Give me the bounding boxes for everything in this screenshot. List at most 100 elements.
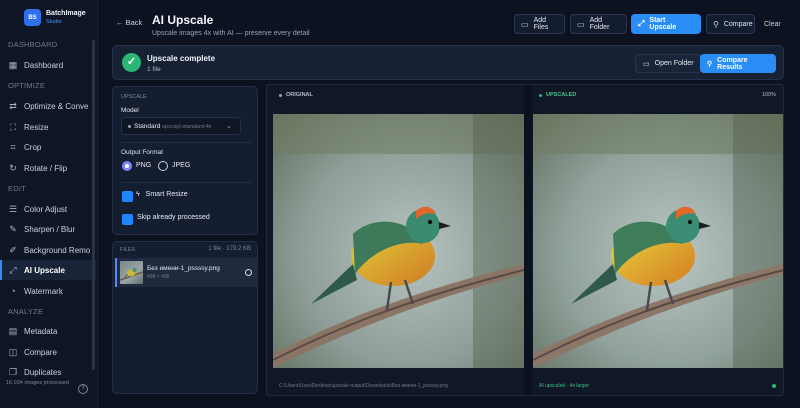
format-png-label: PNG: [136, 162, 152, 169]
help-button[interactable]: ?: [78, 384, 88, 394]
file-name: Без имени-1_pssssy.png: [147, 265, 220, 272]
file-dimensions: 498 × 498: [147, 274, 170, 280]
sidebar-item-background-remove[interactable]: ✐ Background Remo: [0, 240, 96, 260]
original-file-path: C:\Users\User\Desktop\upscale-output\Dow…: [279, 383, 448, 389]
upscale-icon: ⤢: [638, 19, 645, 28]
sidebar-item-compare[interactable]: ◫ Compare: [0, 342, 96, 362]
sidebar-item-color-adjust[interactable]: ☰ Color Adjust: [0, 199, 96, 219]
file-thumbnail: [120, 261, 143, 284]
back-label: Back: [125, 18, 143, 27]
section-analyze: ANALYZE: [8, 307, 44, 316]
section-optimize: OPTIMIZE: [8, 81, 46, 90]
zoom-level: 100%: [762, 92, 777, 98]
sidebar-item-optimize[interactable]: ⇄ Optimize & Conve: [0, 96, 96, 116]
add-folder-button[interactable]: ▭ Add Folder: [570, 14, 627, 34]
sidebar-item-resize[interactable]: ⛶ Resize: [0, 117, 96, 137]
search-icon: ⚲: [707, 60, 713, 68]
sidebar-item-label: AI Upscale: [24, 266, 65, 275]
files-panel: FILES 1 file · 179.2 KB Без имени-1_psss…: [112, 241, 258, 394]
sidebar-item-watermark[interactable]: ◔ Watermark: [0, 281, 96, 301]
model-value: Standard: [134, 123, 161, 130]
page-subtitle: Upscale images 4x with AI — preserve eve…: [152, 30, 310, 37]
compare-label: Compare: [723, 20, 753, 28]
add-files-button[interactable]: ▭ Add Files: [514, 14, 565, 34]
file-select-radio[interactable]: [245, 269, 252, 276]
skip-processed-label: Skip already processed: [137, 214, 210, 221]
split-divider[interactable]: [524, 85, 532, 395]
lightning-icon: ϟ: [136, 191, 140, 198]
sidebar-item-label: Resize: [24, 123, 49, 132]
sidebar-item-sharpen-blur[interactable]: ✎ Sharpen / Blur: [0, 219, 96, 239]
original-image: [273, 114, 524, 368]
images-processed-count: 16,034 images processed: [6, 380, 69, 386]
sidebar-item-label: Color Adjust: [24, 205, 68, 214]
start-upscale-label: Start Upscale: [649, 17, 677, 31]
bullet-icon: [128, 125, 131, 128]
status-dot: [279, 94, 282, 97]
skip-processed-checkbox[interactable]: [122, 214, 133, 225]
search-icon: ⚲: [713, 19, 719, 29]
upscale-complete-banner: ✓ Upscale complete 1 file ▭ Open Folder …: [112, 45, 784, 80]
sidebar: BS BatchImage Studio DASHBOARD ▦ Dashboa…: [0, 0, 98, 408]
settings-section-label: UPSCALE: [121, 94, 147, 100]
folder-icon: ▭: [643, 60, 650, 68]
output-format-label: Output Format: [121, 149, 163, 156]
compare-results-button[interactable]: ⚲ Compare Results: [700, 54, 776, 73]
format-jpeg-radio[interactable]: [158, 161, 168, 171]
sidebar-item-ai-upscale[interactable]: ⤢ AI Upscale: [0, 260, 96, 280]
sidebar-item-rotate[interactable]: ↻ Rotate / Flip: [0, 158, 96, 178]
banner-subtitle: 1 file: [147, 66, 161, 73]
crop-icon: ⌗: [10, 142, 16, 152]
file-icon: ▤: [8, 326, 18, 336]
app-name: BatchImage: [46, 10, 86, 17]
duplicates-icon: ❐: [8, 367, 18, 377]
sliders-icon: ☰: [8, 204, 18, 214]
sidebar-item-label: Crop: [24, 143, 42, 152]
upscale-icon: ⤢: [9, 265, 17, 275]
smart-resize-option: ϟ Smart Resize: [136, 191, 188, 198]
clear-button[interactable]: Clear: [759, 14, 785, 34]
sidebar-item-label: Dashboard: [24, 61, 64, 70]
format-jpeg-label: JPEG: [172, 162, 191, 169]
compare-view: ORIGINAL C:\Users\User\Desktop\upscale-o…: [266, 84, 784, 396]
app-logo: BS: [24, 9, 41, 26]
sidebar-item-label: Sharpen / Blur: [24, 225, 76, 234]
upscaled-pane-header: UPSCALED 100%: [533, 85, 783, 113]
files-header: FILES: [120, 247, 136, 253]
chevron-down-icon: ⌄: [226, 123, 232, 130]
back-button[interactable]: ← Back: [116, 18, 142, 27]
sidebar-scrollbar[interactable]: [92, 40, 95, 370]
compare-results-label: Compare Results: [717, 56, 748, 71]
resize-icon: ⛶: [9, 122, 17, 132]
arrows-icon: ⇄: [9, 101, 17, 111]
folder-icon: ▭: [577, 19, 585, 29]
sidebar-item-dashboard[interactable]: ▦ Dashboard: [0, 55, 96, 75]
sidebar-item-crop[interactable]: ⌗ Crop: [0, 137, 96, 157]
open-folder-label: Open Folder: [654, 60, 694, 67]
upscaled-label: UPSCALED: [546, 92, 577, 98]
status-dot: [772, 384, 776, 388]
rotate-icon: ↻: [9, 163, 17, 173]
list-item[interactable]: Без имени-1_pssssy.png 498 × 498: [115, 258, 257, 287]
open-folder-button[interactable]: ▭ Open Folder: [635, 54, 702, 73]
format-png-radio[interactable]: [122, 161, 132, 171]
smart-resize-checkbox[interactable]: [122, 191, 133, 202]
section-dashboard: DASHBOARD: [8, 40, 58, 49]
folder-icon: ▭: [521, 19, 529, 29]
sidebar-item-label: Watermark: [24, 287, 63, 296]
sidebar-item-label: Rotate / Flip: [24, 164, 68, 173]
sidebar-item-label: Duplicates: [24, 368, 62, 377]
eraser-icon: ✐: [9, 245, 17, 255]
model-select[interactable]: Standard upscayl-standard-4x ⌄: [121, 117, 241, 135]
sidebar-item-label: Background Remo: [24, 246, 91, 255]
add-folder-label: Add Folder: [589, 17, 610, 31]
start-upscale-button[interactable]: ⤢ Start Upscale: [631, 14, 701, 34]
sidebar-item-duplicates[interactable]: ❐ Duplicates: [0, 362, 96, 382]
compare-button[interactable]: ⚲ Compare: [706, 14, 755, 34]
app-subtitle: Studio: [46, 19, 62, 25]
grid-icon: ▦: [8, 60, 18, 70]
sidebar-item-metadata[interactable]: ▤ Metadata: [0, 321, 96, 341]
upscale-settings-panel: UPSCALE Model Standard upscayl-standard-…: [112, 86, 258, 235]
pen-icon: ✎: [9, 224, 17, 234]
divider: [121, 142, 251, 143]
